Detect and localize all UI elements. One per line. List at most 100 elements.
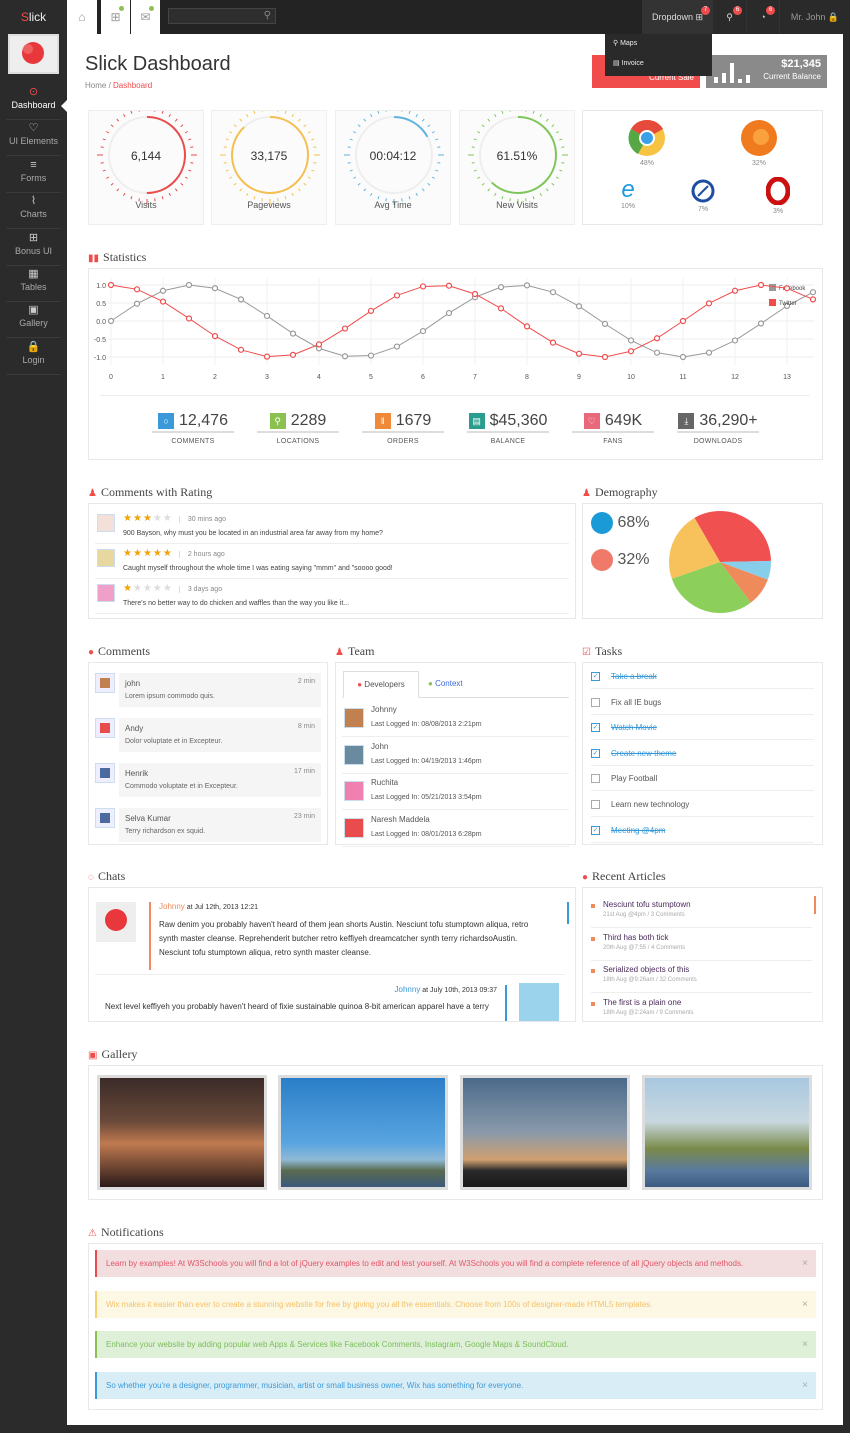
comment-author[interactable]: Selva Kumar	[125, 814, 171, 823]
task-item[interactable]: Fix all IE bugs	[591, 690, 814, 715]
sidebar-item-forms[interactable]: ≡ Forms	[6, 157, 61, 193]
menu-item-maps[interactable]: ⚲ Maps	[605, 34, 712, 54]
article-title[interactable]: Third has both tick	[603, 933, 812, 942]
article-item[interactable]: Nesciunt tofu stumptown 21st Aug @4pm / 3…	[591, 896, 812, 928]
user-menu[interactable]: Mr. John 🔒	[779, 0, 850, 34]
sidebar-item-bonus-ui[interactable]: ⊞ Bonus UI	[6, 230, 61, 266]
user-icon: ♟	[335, 647, 344, 658]
scrollbar[interactable]	[567, 902, 569, 924]
sidebar-item-ui-elements[interactable]: ♡ UI Elements	[6, 120, 61, 157]
task-checkbox[interactable]	[591, 697, 600, 707]
sidebar-item-dashboard[interactable]: ⊙ Dashboard	[6, 84, 61, 120]
task-item[interactable]: ✓ Create new theme	[591, 741, 814, 766]
tab-context[interactable]: ● Context	[428, 671, 488, 697]
gauge-tick	[427, 124, 431, 128]
member-name[interactable]: Ruchita	[371, 778, 398, 787]
gauge-tick	[481, 182, 485, 186]
gallery-image[interactable]	[460, 1075, 630, 1190]
task-label: Watch Movie	[611, 723, 657, 733]
scrollbar[interactable]	[814, 896, 816, 914]
gauge-value: 33,175	[250, 149, 288, 163]
divider	[95, 974, 565, 975]
clock-button[interactable]: ◔ 6	[746, 0, 779, 34]
article-title[interactable]: Serialized objects of this	[603, 965, 812, 974]
chats-panel[interactable]: Johnny at Jul 12th, 2013 12:21 Raw denim…	[88, 887, 576, 1022]
search-icon: ⚲	[263, 10, 271, 21]
member-name[interactable]: John	[371, 742, 388, 751]
article-item[interactable]: Serialized objects of this 18th Aug @9:26…	[591, 961, 812, 993]
sidebar-item-label: Tables	[20, 282, 47, 292]
gallery-image[interactable]	[642, 1075, 812, 1190]
gauge-tick	[253, 111, 256, 114]
task-item[interactable]: ✓ Take a break	[591, 664, 814, 689]
gauge-tick	[110, 182, 114, 186]
data-point	[211, 333, 219, 340]
gallery-image[interactable]	[278, 1075, 448, 1190]
task-checkbox[interactable]: ✓	[591, 672, 600, 681]
mail-icon: ✉	[140, 10, 151, 24]
counter-label: LOCATIONS	[276, 438, 320, 445]
gauge-tick	[471, 146, 475, 148]
close-icon[interactable]: ×	[802, 1250, 808, 1277]
x-tick-label: 4	[317, 374, 321, 381]
task-checkbox[interactable]: ✓	[591, 825, 600, 835]
search-input[interactable]: ⚲	[168, 8, 276, 24]
member-name[interactable]: Johnny	[371, 705, 397, 714]
task-item[interactable]: Learn new technology	[591, 792, 814, 817]
close-icon[interactable]: ×	[802, 1372, 808, 1399]
divider	[100, 395, 810, 396]
task-checkbox[interactable]	[591, 800, 600, 809]
x-tick-label: 3	[265, 374, 269, 381]
gauge-tick	[246, 114, 249, 118]
article-item[interactable]: The first is a plain one 18th Aug @2:24am…	[591, 994, 812, 1022]
close-icon[interactable]: ×	[802, 1291, 808, 1318]
comment-author[interactable]: Andy	[125, 724, 143, 733]
legend-label[interactable]: Twitter	[779, 301, 797, 307]
safari-icon	[691, 179, 715, 203]
dropdown-toggle[interactable]: Dropdown ⊞ 7	[642, 0, 712, 34]
data-point	[627, 348, 635, 355]
close-icon[interactable]: ×	[802, 1331, 808, 1358]
comment-author[interactable]: john	[125, 679, 140, 688]
task-item[interactable]: Play Football	[591, 766, 814, 792]
article-title[interactable]: The first is a plain one	[603, 998, 812, 1007]
brand-logo[interactable]: Slick	[0, 0, 67, 34]
home-button[interactable]: ⌂	[67, 0, 97, 34]
user-avatar[interactable]	[8, 34, 59, 74]
x-tick-label: 11	[679, 374, 686, 381]
sidebar-item-charts[interactable]: ⌇ Charts	[6, 193, 61, 230]
data-point	[731, 287, 739, 294]
chat-author[interactable]: Johnny	[159, 902, 185, 911]
task-checkbox[interactable]: ✓	[591, 748, 600, 758]
sidebar-item-login[interactable]: 🔒 Login	[6, 339, 61, 375]
comment-author[interactable]: Henrik	[125, 769, 148, 778]
tab-developers[interactable]: ● Developers	[343, 671, 419, 698]
map-button[interactable]: ⚲ 6	[712, 0, 746, 34]
data-point	[601, 320, 609, 327]
chat-author[interactable]: Johnny	[395, 985, 421, 994]
data-point	[185, 315, 193, 322]
counter-locations: ⚲ 2289 LOCATIONS	[257, 412, 339, 445]
gauge-label: Pageviews	[247, 200, 291, 210]
x-tick-label: 8	[525, 374, 529, 381]
gift-button[interactable]: ⊞	[101, 0, 130, 34]
member-name[interactable]: Naresh Maddela	[371, 815, 430, 824]
current-balance-button[interactable]: $21,345 Current Balance	[706, 55, 827, 88]
menu-item-invoice[interactable]: ▤ Invoice	[605, 54, 712, 74]
sidebar-item-gallery[interactable]: ▣ Gallery	[6, 302, 61, 339]
article-title[interactable]: Nesciunt tofu stumptown	[603, 900, 812, 909]
x-tick-label: 10	[627, 374, 635, 381]
article-item[interactable]: Third has both tick 20th Aug @7:55 / 4 Co…	[591, 929, 812, 961]
task-item[interactable]: ✓ Watch Movie	[591, 715, 814, 741]
rating-time: 30 mins ago	[178, 516, 226, 523]
counter-label: BALANCE	[490, 438, 526, 445]
task-checkbox[interactable]: ✓	[591, 723, 600, 733]
dropdown-menu: ⚲ Maps ▤ Invoice	[605, 34, 712, 76]
sidebar-item-tables[interactable]: ▦ Tables	[6, 266, 61, 302]
mail-button[interactable]: ✉	[131, 0, 160, 34]
gallery-image[interactable]	[97, 1075, 267, 1190]
task-checkbox[interactable]	[591, 774, 600, 784]
breadcrumb-home[interactable]: Home	[85, 81, 106, 90]
task-item[interactable]: ✓ Meeting @4pm	[591, 818, 814, 843]
gauge-tick	[551, 124, 555, 128]
